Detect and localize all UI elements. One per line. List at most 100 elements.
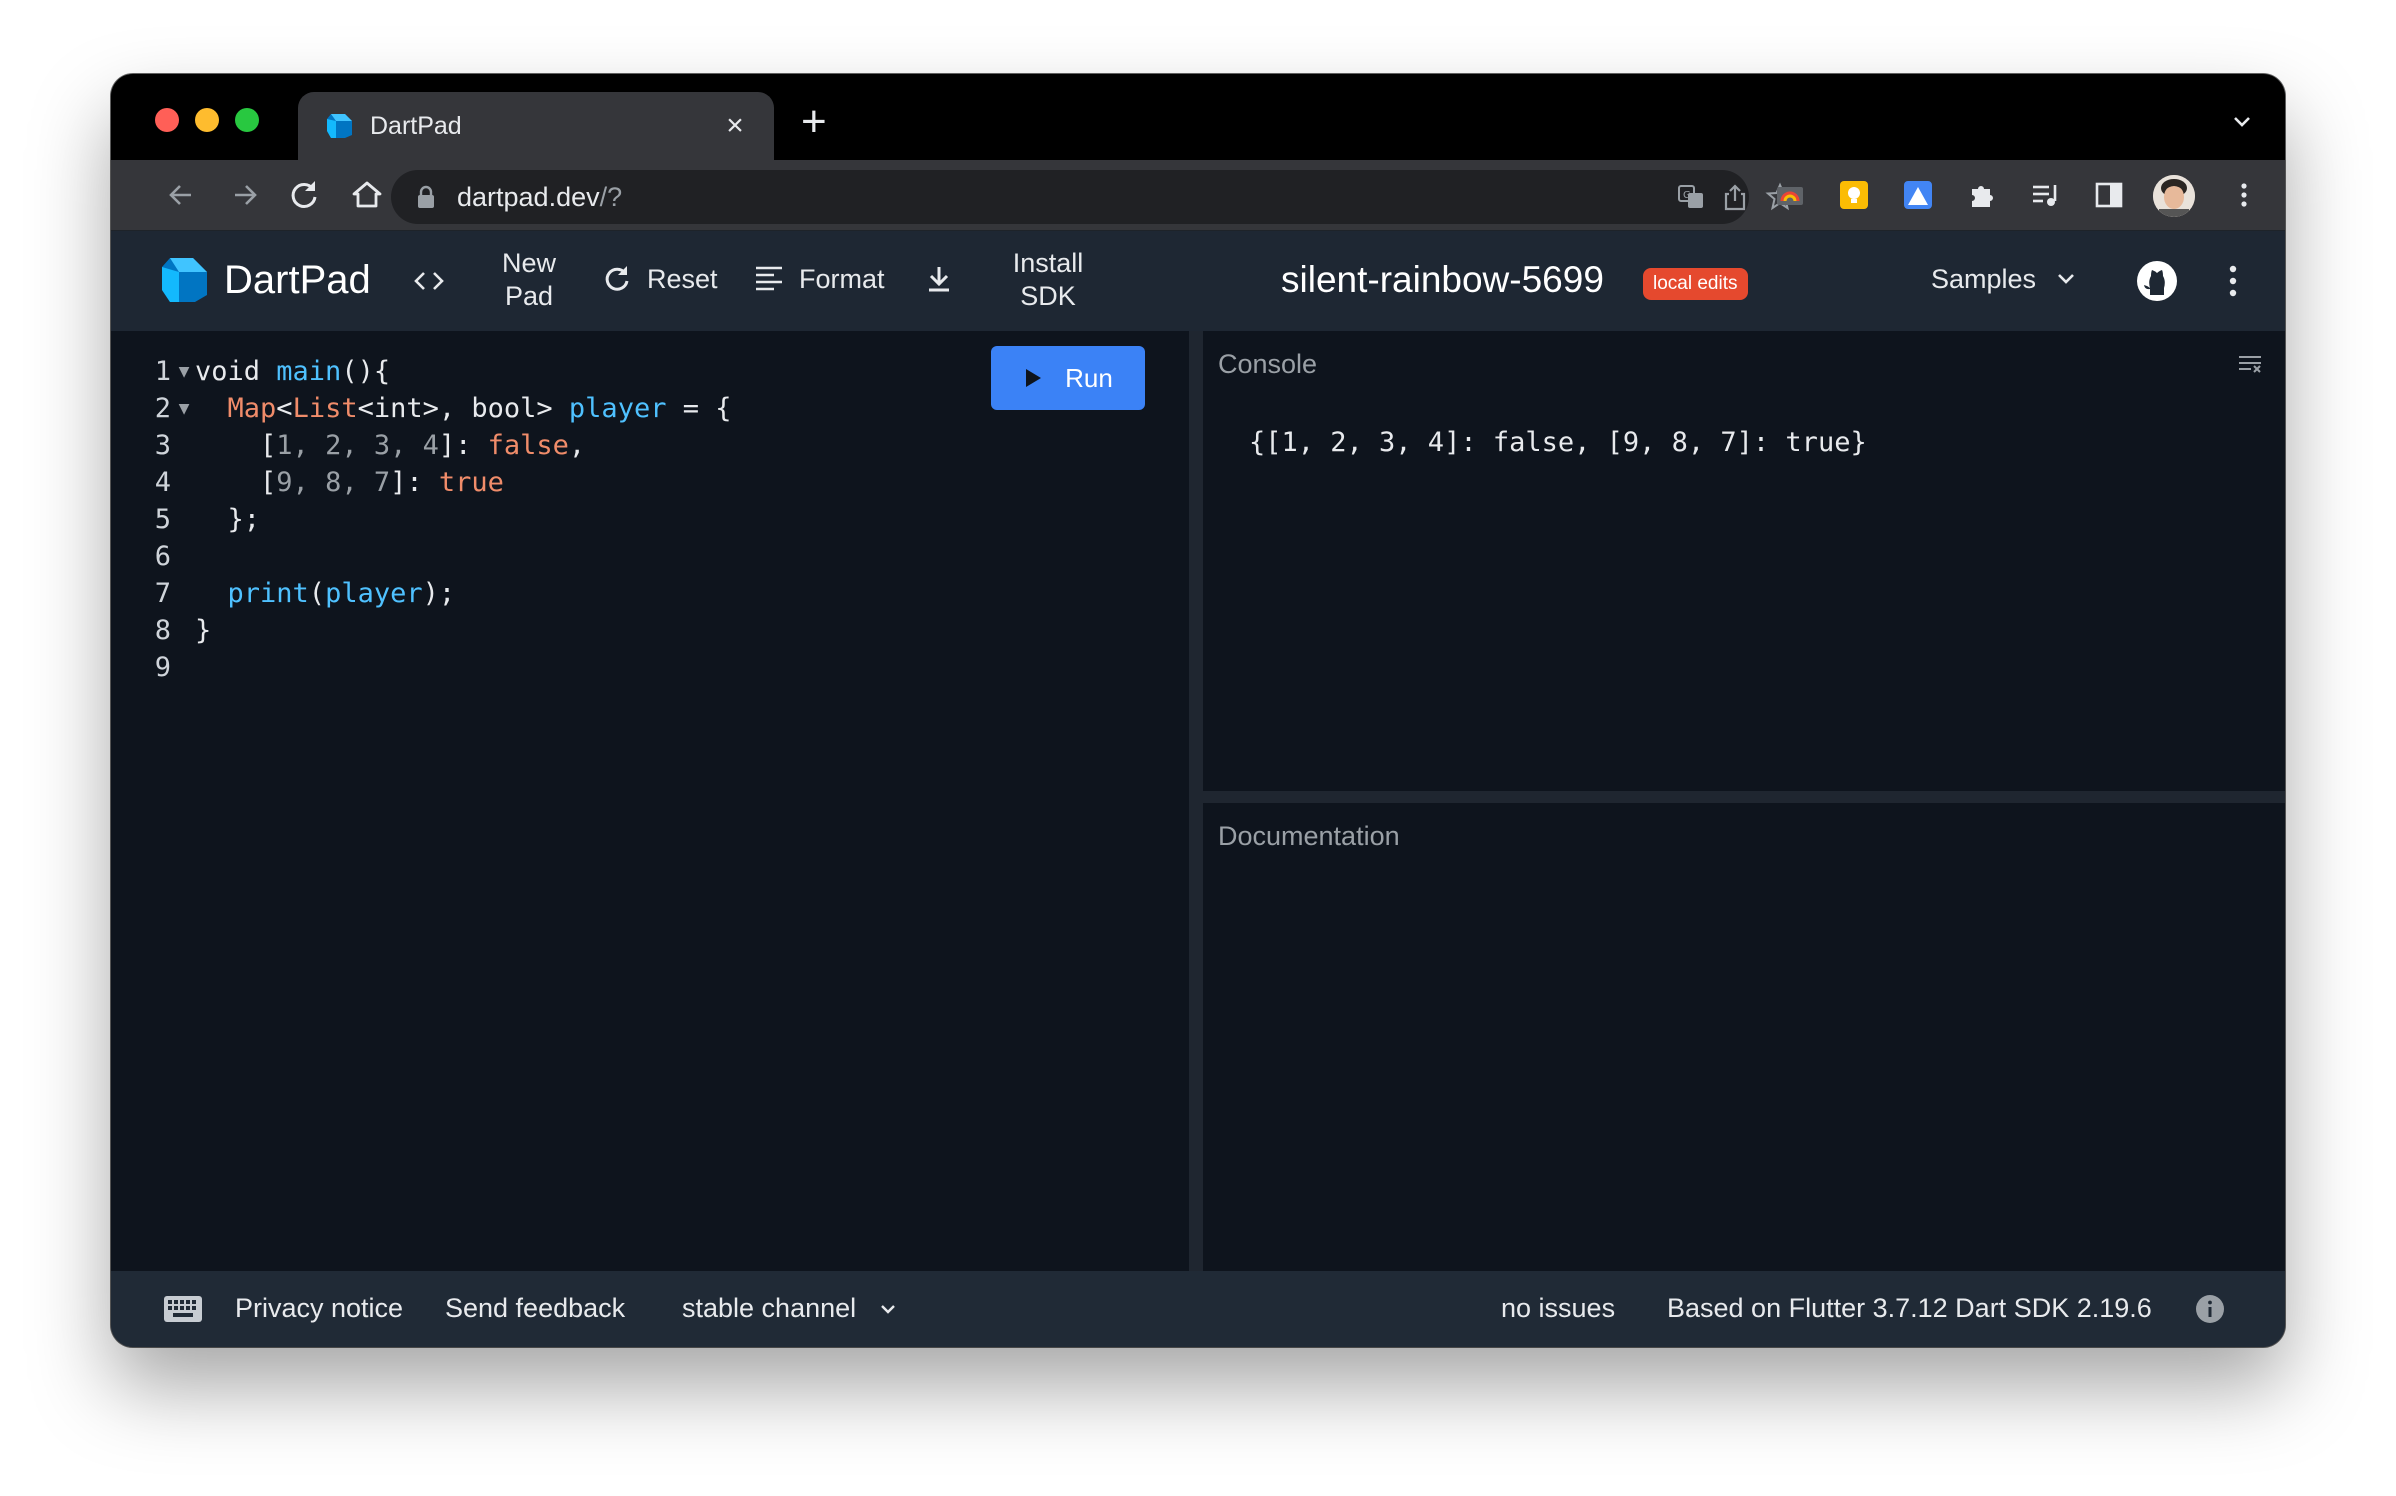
extensions-puzzle-icon[interactable] [1966,179,1998,211]
tab-search-chevron-icon[interactable] [2229,108,2255,134]
code-line-6[interactable]: 6 [111,538,732,575]
code-editor[interactable]: 1 ▼ void main(){ 2 ▼ Map<List<int>, bool… [111,331,1189,1271]
translate-icon[interactable]: G [1676,182,1706,212]
code-line-1[interactable]: 1 ▼ void main(){ [111,353,732,390]
run-label: Run [1065,362,1113,393]
install-sdk-button[interactable]: Install SDK [993,247,1103,313]
code-line-4[interactable]: 4 [9, 8, 7]: true [111,464,732,501]
line-number: 5 [154,504,171,535]
line-number: 9 [154,652,171,683]
media-control-icon[interactable] [2030,179,2062,211]
channel-dropdown[interactable]: stable channel [682,1293,900,1324]
fold-arrow-icon[interactable]: ▼ [171,353,195,390]
line-number: 7 [154,578,171,609]
embed-code-button[interactable] [413,265,445,297]
minimize-window-button[interactable] [195,108,219,132]
channel-label: stable channel [682,1293,857,1323]
fold-arrow-icon [171,427,195,464]
install-label-line2: SDK [1020,281,1076,311]
browser-toolbar: dartpad.dev/? G [111,160,2285,230]
new-pad-label-line2: Pad [504,281,554,311]
console-panel: Console {[1, 2, 3, 4]: false, [9, 8, 7]:… [1203,331,2285,791]
info-icon[interactable] [2195,1294,2225,1324]
code-line-7[interactable]: 7 print(player); [111,575,732,612]
reset-button[interactable]: Reset [601,263,718,295]
fold-arrow-icon [171,464,195,501]
new-tab-button[interactable]: + [801,100,827,144]
format-label: Format [799,263,885,294]
maximize-window-button[interactable] [235,108,259,132]
fold-arrow-icon[interactable]: ▼ [171,390,195,427]
github-icon[interactable] [2135,259,2179,303]
line-number: 1 [154,356,171,387]
format-lines-icon [756,266,782,291]
extension-keep-icon[interactable] [1838,179,1870,211]
more-options-icon[interactable] [2217,263,2249,299]
kebab-menu-icon[interactable] [2229,180,2259,210]
address-bar[interactable]: dartpad.dev/? G [391,170,1795,224]
local-edits-badge: local edits [1643,268,1748,300]
console-output: {[1, 2, 3, 4]: false, [9, 8, 7]: true} [1249,427,1867,458]
fold-arrow-icon [171,538,195,575]
extension-rainbow-icon[interactable] [1774,179,1806,211]
dartpad-app-bar: DartPad New Pad Reset Format Install SDK… [111,231,2285,331]
close-window-button[interactable] [155,108,179,132]
fold-arrow-icon [171,649,195,686]
console-title: Console [1218,349,1318,379]
url-text[interactable]: dartpad.dev/? [457,182,622,213]
code-line-5[interactable]: 5 }; [111,501,732,538]
vertical-splitter[interactable] [1189,331,1203,1271]
code-line-2[interactable]: 2 ▼ Map<List<int>, bool> player = { [111,390,732,427]
dart-logo-icon[interactable] [157,253,211,307]
reset-icon [605,266,629,291]
play-icon [1026,369,1042,387]
download-button[interactable] [923,263,955,295]
run-button[interactable]: Run [991,346,1145,410]
privacy-notice-link[interactable]: Privacy notice [235,1293,403,1324]
new-pad-button[interactable]: New Pad [487,247,571,313]
documentation-panel: Documentation [1203,803,2285,1271]
code-brackets-icon [414,272,444,290]
reset-label: Reset [647,263,718,294]
line-number: 8 [154,615,171,646]
download-icon [929,267,949,292]
fold-arrow-icon [171,575,195,612]
side-panel-icon[interactable] [2093,179,2125,211]
back-icon[interactable] [161,175,201,215]
code-line-8[interactable]: 8 } [111,612,732,649]
send-feedback-link[interactable]: Send feedback [445,1293,625,1324]
keyboard-icon[interactable] [163,1295,203,1323]
chevron-down-icon [2058,274,2074,284]
format-button[interactable]: Format [753,263,885,295]
profile-avatar[interactable] [2153,175,2195,217]
lock-icon[interactable] [417,185,435,209]
share-icon[interactable] [1720,182,1750,212]
samples-dropdown[interactable]: Samples [1931,263,2082,295]
install-label-line1: Install [1012,248,1084,278]
horizontal-splitter[interactable] [1203,791,2285,803]
dart-logo-icon [327,114,352,138]
clear-console-icon[interactable] [2237,353,2263,375]
issues-status[interactable]: no issues [1501,1293,1615,1324]
home-icon[interactable] [347,175,387,215]
code-lines[interactable]: 1 ▼ void main(){ 2 ▼ Map<List<int>, bool… [111,353,732,686]
browser-tab-dartpad[interactable]: DartPad × [298,92,774,160]
browser-window: DartPad × + dartpad.dev/? G DartPad New … [111,74,2285,1347]
line-number: 3 [154,430,171,461]
tab-strip: DartPad × + [111,74,2285,160]
chevron-down-icon [881,1304,895,1314]
reload-icon[interactable] [284,175,324,215]
fold-arrow-icon [171,501,195,538]
samples-label: Samples [1931,263,2037,294]
forward-icon[interactable] [225,175,265,215]
extension-blue-icon[interactable] [1902,179,1934,211]
status-footer: Privacy notice Send feedback stable chan… [111,1271,2285,1347]
code-line-3[interactable]: 3 [1, 2, 3, 4]: false, [111,427,732,464]
tab-close-icon[interactable]: × [720,111,750,141]
app-logo-text[interactable]: DartPad [224,258,371,303]
code-line-9[interactable]: 9 [111,649,732,686]
avatar-face-icon [2153,175,2195,217]
fold-arrow-icon [171,612,195,649]
pad-name[interactable]: silent-rainbow-5699 [1281,259,1604,301]
svg-text:G: G [1683,190,1691,201]
